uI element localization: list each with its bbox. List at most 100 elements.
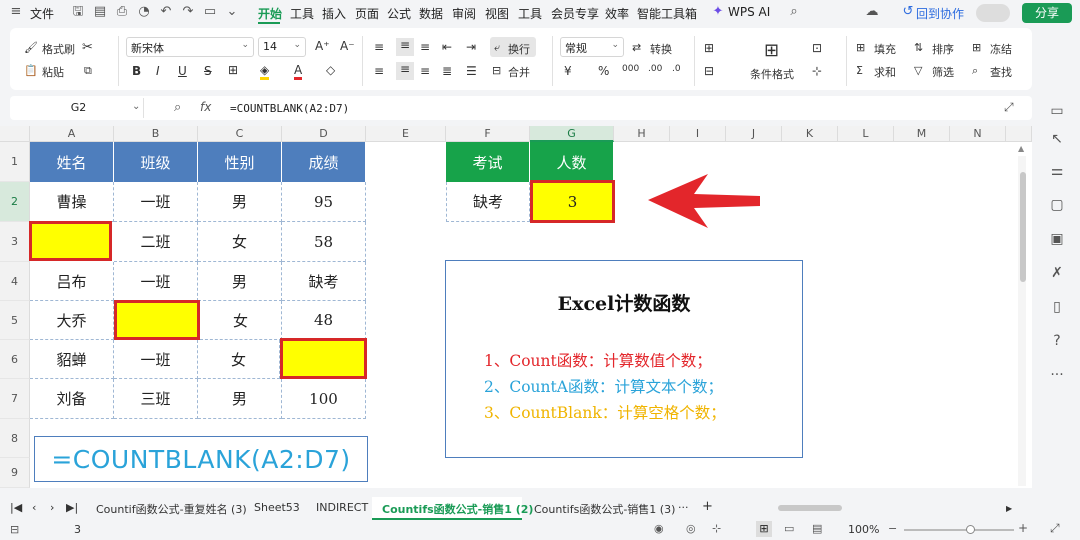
normal-view-icon[interactable]: ⊞ [756, 521, 772, 537]
table-header-gender[interactable]: 性别 [198, 142, 282, 182]
zoom-search-icon[interactable]: ⌕ [174, 100, 181, 115]
fill-color-icon[interactable]: ◈ [260, 63, 270, 80]
table-cell[interactable]: 一班 [114, 340, 198, 379]
col-header-m[interactable]: M [894, 126, 950, 142]
font-size-select[interactable]: 14 ⌄ [258, 37, 306, 57]
align-center-icon[interactable]: ≡ [396, 62, 414, 80]
result-cell-count[interactable]: 3 [530, 180, 615, 223]
col-header-h[interactable]: H [614, 126, 670, 142]
sheet-tab[interactable]: INDIRECT [316, 501, 368, 514]
align-middle-icon[interactable]: ≡ [396, 38, 414, 56]
freeze-button[interactable]: 冻结 [990, 41, 1012, 57]
find-button[interactable]: 查找 [990, 64, 1012, 80]
sheet-tab[interactable]: Sheet53 [254, 501, 300, 514]
cut-icon[interactable]: ✂ [82, 40, 93, 55]
font-shrink-icon[interactable]: A⁻ [340, 39, 355, 53]
expand-formula-icon[interactable]: ⤢ [1004, 100, 1014, 115]
row-header-4[interactable]: 4 [0, 262, 30, 301]
page-break-icon[interactable]: ▤ [812, 522, 822, 535]
tools-icon[interactable]: ✗ [1048, 264, 1066, 282]
italic-icon[interactable]: I [156, 64, 160, 78]
thousands-icon[interactable]: 000 [622, 64, 639, 74]
image-icon[interactable]: ▣ [1048, 230, 1066, 248]
row-header-8[interactable]: 8 [0, 419, 30, 458]
sum-button[interactable]: 求和 [874, 64, 896, 80]
table-cell[interactable]: 一班 [114, 262, 198, 301]
blank-cell-highlight[interactable] [29, 221, 112, 261]
justify-icon[interactable]: ≣ [442, 64, 452, 78]
scroll-right-icon[interactable]: ▶ [1006, 504, 1012, 513]
table-cell[interactable]: 男 [198, 182, 282, 222]
tab-tools[interactable]: 工具 [290, 5, 314, 22]
result-cell-absent[interactable]: 缺考 [446, 182, 530, 222]
table-cell[interactable]: 貂蝉 [30, 340, 114, 379]
avatar[interactable] [976, 4, 1010, 22]
sidebar-toggle-icon[interactable]: ▭ [1048, 102, 1066, 120]
table-cell[interactable]: 一班 [114, 182, 198, 222]
prev-sheet-icon[interactable]: ‹ [32, 501, 36, 514]
table-cell[interactable]: 100 [282, 379, 366, 419]
table-header-name[interactable]: 姓名 [30, 142, 114, 182]
table-cell[interactable]: 男 [198, 262, 282, 301]
print-icon[interactable]: ⎙ [114, 4, 130, 20]
col-header-b[interactable]: B [114, 126, 198, 142]
result-header-count[interactable]: 人数 [530, 142, 614, 182]
zoom-out-icon[interactable]: − [888, 522, 897, 535]
table-cell[interactable]: 48 [282, 301, 366, 340]
col-header-k[interactable]: K [782, 126, 838, 142]
vertical-scroll-thumb[interactable] [1020, 172, 1026, 282]
table-cell[interactable]: 二班 [114, 222, 198, 262]
table-cell[interactable]: 吕布 [30, 262, 114, 301]
cell-style-icon[interactable]: ⊞ [704, 41, 714, 55]
table-cell[interactable]: 女 [198, 340, 280, 379]
tab-smart-toolbox[interactable]: 智能工具箱 [637, 5, 697, 22]
row-header-3[interactable]: 3 [0, 222, 30, 262]
tab-home[interactable]: 开始 [258, 5, 282, 22]
scroll-up-icon[interactable]: ▲ [1018, 144, 1024, 153]
table-cell[interactable]: 曹操 [30, 182, 114, 222]
sheet-tab[interactable]: Countifs函数公式-销售1 (3) [534, 501, 675, 517]
zoom-slider[interactable] [904, 529, 1014, 531]
cell-mode-icon[interactable]: ⊟ [10, 523, 19, 536]
table-cell[interactable]: 男 [198, 379, 282, 419]
result-header-exam[interactable]: 考试 [446, 142, 530, 182]
font-name-select[interactable]: 新宋体 ⌄ [126, 37, 254, 57]
zoom-in-icon[interactable]: + [1018, 521, 1028, 535]
horizontal-scroll-thumb[interactable] [778, 505, 842, 511]
tab-formula[interactable]: 公式 [387, 5, 411, 22]
help-icon[interactable]: ? [1048, 332, 1066, 350]
percent-icon[interactable]: % [598, 64, 609, 78]
distributed-icon[interactable]: ☰ [466, 64, 477, 78]
more-sheets-icon[interactable]: ··· [678, 501, 689, 514]
table-header-class[interactable]: 班级 [114, 142, 198, 182]
col-header-n[interactable]: N [950, 126, 1006, 142]
formula-input[interactable]: =COUNTBLANK(A2:D7) [230, 102, 349, 115]
col-header-f[interactable]: F [446, 126, 530, 142]
first-sheet-icon[interactable]: |◀ [10, 501, 22, 514]
table-style-icon[interactable]: ⊟ [704, 64, 714, 78]
cursor-icon[interactable]: ↖ [1048, 130, 1066, 148]
add-sheet-icon[interactable]: + [702, 499, 713, 514]
menu-file[interactable]: 文件 [30, 5, 54, 22]
eye-icon[interactable]: ◎ [686, 522, 696, 535]
print-preview-icon[interactable]: ◔ [136, 4, 152, 20]
col-header-i[interactable]: I [670, 126, 726, 142]
align-left-icon[interactable]: ≡ [374, 64, 384, 78]
cond-format-button[interactable]: 条件格式 [750, 66, 794, 82]
undo-icon[interactable]: ↶ [158, 4, 174, 20]
tab-data[interactable]: 数据 [419, 5, 443, 22]
next-sheet-icon[interactable]: › [50, 501, 54, 514]
clear-format-icon[interactable]: ◇ [326, 63, 335, 77]
borders-icon[interactable]: ⊞ [228, 63, 238, 77]
col-header-d[interactable]: D [282, 126, 366, 142]
copy-icon[interactable]: ⧉ [84, 64, 92, 78]
row-header-5[interactable]: 5 [0, 301, 30, 340]
wps-ai-button[interactable]: WPS AI [728, 5, 770, 19]
col-header-l[interactable]: L [838, 126, 894, 142]
row-header-2[interactable]: 2 [0, 182, 30, 222]
decimal-increase-icon[interactable]: .00 [648, 64, 662, 74]
tab-review[interactable]: 审阅 [452, 5, 476, 22]
fill-button[interactable]: 填充 [874, 41, 896, 57]
page-layout-icon[interactable]: ▭ [784, 522, 794, 535]
zoom-slider-thumb[interactable] [966, 525, 975, 534]
